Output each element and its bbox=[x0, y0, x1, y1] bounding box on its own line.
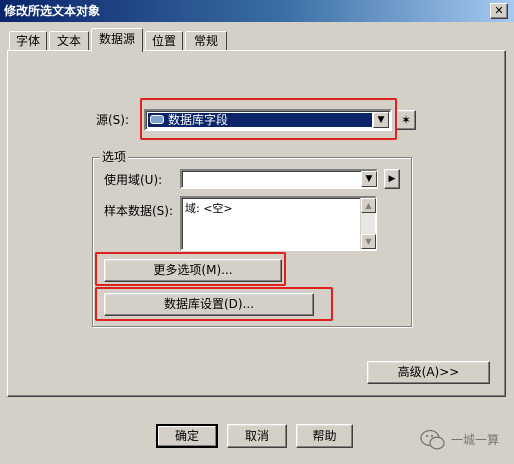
wechat-icon bbox=[419, 428, 447, 452]
tab-data-source[interactable]: 数据源 bbox=[91, 28, 143, 52]
window-title: 修改所选文本对象 bbox=[4, 4, 101, 18]
tab-general-label: 常规 bbox=[193, 34, 218, 48]
source-label: 源(S): bbox=[96, 113, 130, 127]
tab-text[interactable]: 文本 bbox=[49, 31, 89, 50]
highlight-database-settings bbox=[95, 287, 333, 321]
sample-data-text: 域: <空> bbox=[185, 202, 233, 215]
tab-general[interactable]: 常规 bbox=[185, 31, 227, 50]
advanced-label: 高级(A)>> bbox=[397, 365, 460, 379]
ok-button[interactable]: 确定 bbox=[156, 424, 218, 448]
use-field-label: 使用域(U): bbox=[104, 173, 163, 187]
cancel-label: 取消 bbox=[244, 429, 269, 443]
chevron-down-icon[interactable]: ▼ bbox=[361, 171, 377, 187]
help-label: 帮助 bbox=[312, 429, 337, 443]
highlight-source bbox=[140, 98, 397, 140]
tab-position-label: 位置 bbox=[151, 34, 176, 48]
highlight-more-options bbox=[95, 252, 286, 286]
tab-data-source-label: 数据源 bbox=[98, 32, 135, 46]
insert-field-button[interactable]: ▶ bbox=[384, 169, 400, 189]
cancel-button[interactable]: 取消 bbox=[227, 424, 287, 448]
tab-text-label: 文本 bbox=[56, 34, 81, 48]
tab-font[interactable]: 字体 bbox=[9, 31, 47, 50]
sample-scrollbar[interactable]: ▲ ▼ bbox=[360, 198, 376, 249]
use-field-dropdown[interactable]: ▼ bbox=[180, 169, 378, 189]
sample-data-label: 样本数据(S): bbox=[104, 204, 174, 218]
help-button[interactable]: 帮助 bbox=[296, 424, 353, 448]
tab-font-label: 字体 bbox=[15, 34, 40, 48]
sample-data-box[interactable]: 域: <空> ▲ ▼ bbox=[180, 196, 377, 251]
magic-wand-icon: ✶ bbox=[400, 113, 412, 127]
scroll-down-icon[interactable]: ▼ bbox=[361, 234, 376, 249]
title-bar: 修改所选文本对象 bbox=[0, 0, 514, 22]
ok-label: 确定 bbox=[174, 429, 199, 443]
watermark-text: 一城一算 bbox=[451, 433, 500, 447]
wizard-button[interactable]: ✶ bbox=[396, 110, 416, 130]
close-icon: ✕ bbox=[494, 4, 504, 17]
tab-position[interactable]: 位置 bbox=[145, 31, 183, 50]
options-group-title: 选项 bbox=[100, 149, 129, 165]
close-button[interactable]: ✕ bbox=[490, 3, 508, 19]
advanced-button[interactable]: 高级(A)>> bbox=[367, 361, 490, 384]
chevron-right-icon: ▶ bbox=[388, 174, 396, 184]
scroll-up-icon[interactable]: ▲ bbox=[361, 198, 376, 213]
